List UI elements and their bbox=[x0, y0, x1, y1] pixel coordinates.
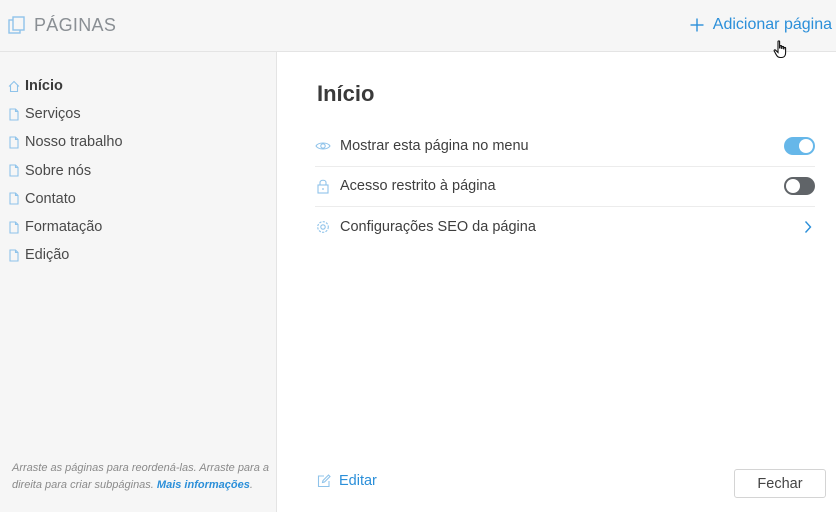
setting-restricted-access: Acesso restrito à página bbox=[315, 167, 815, 207]
sidebar-item-formatacao[interactable]: Formatação bbox=[0, 213, 276, 241]
close-button[interactable]: Fechar bbox=[734, 469, 826, 498]
page-list: Início Serviços Nosso trabalho Sobre nós… bbox=[0, 52, 276, 269]
page-icon bbox=[9, 164, 19, 177]
pages-sidebar: Início Serviços Nosso trabalho Sobre nós… bbox=[0, 52, 277, 512]
plus-icon bbox=[690, 18, 704, 32]
sidebar-item-label: Serviços bbox=[25, 106, 81, 123]
chevron-right-icon bbox=[804, 221, 812, 234]
page-icon bbox=[9, 249, 19, 262]
setting-label: Acesso restrito à página bbox=[340, 178, 496, 195]
edit-label: Editar bbox=[339, 473, 377, 489]
page-settings-panel: Início Mostrar esta página no menu Acess… bbox=[278, 52, 836, 512]
eye-icon bbox=[315, 142, 331, 150]
panel-title: PÁGINAS bbox=[34, 15, 117, 35]
edit-icon bbox=[317, 474, 331, 488]
sidebar-item-label: Sobre nós bbox=[25, 162, 92, 179]
page-title: Início bbox=[317, 81, 375, 106]
sidebar-item-label: Nosso trabalho bbox=[25, 134, 123, 151]
sidebar-item-label: Formatação bbox=[25, 219, 103, 236]
edit-page-link[interactable]: Editar bbox=[317, 473, 377, 489]
reorder-hint: Arraste as páginas para reordená-las. Ar… bbox=[12, 462, 270, 491]
page-icon bbox=[9, 108, 19, 121]
sidebar-item-servicos[interactable]: Serviços bbox=[0, 100, 276, 128]
toggle-knob bbox=[799, 138, 813, 153]
page-icon bbox=[9, 192, 19, 205]
page-icon bbox=[9, 136, 19, 149]
restricted-access-toggle[interactable] bbox=[784, 177, 815, 196]
more-info-link[interactable]: Mais informações bbox=[157, 479, 250, 491]
sidebar-item-label: Contato bbox=[25, 190, 76, 207]
sidebar-item-nosso-trabalho[interactable]: Nosso trabalho bbox=[0, 128, 276, 156]
sidebar-item-contato[interactable]: Contato bbox=[0, 185, 276, 213]
sidebar-item-edicao[interactable]: Edição bbox=[0, 241, 276, 269]
header-bar: PÁGINAS Adicionar página bbox=[0, 0, 836, 52]
add-page-button[interactable]: Adicionar página bbox=[690, 16, 832, 34]
gear-icon bbox=[317, 221, 329, 234]
sidebar-item-label: Início bbox=[25, 78, 63, 95]
toggle-knob bbox=[786, 179, 800, 194]
sidebar-item-label: Edição bbox=[25, 247, 70, 264]
home-icon bbox=[8, 80, 20, 92]
page-icon bbox=[9, 220, 19, 234]
setting-show-in-menu: Mostrar esta página no menu bbox=[315, 126, 815, 167]
pages-icon bbox=[8, 16, 25, 34]
setting-label: Mostrar esta página no menu bbox=[340, 137, 529, 154]
settings-list: Mostrar esta página no menu Acesso restr… bbox=[315, 126, 815, 248]
add-page-label: Adicionar página bbox=[712, 16, 832, 33]
lock-icon bbox=[317, 179, 329, 194]
setting-seo-config[interactable]: Configurações SEO da página bbox=[315, 207, 815, 248]
show-in-menu-toggle[interactable] bbox=[784, 136, 815, 155]
sidebar-item-inicio[interactable]: Início bbox=[0, 72, 276, 100]
sidebar-item-sobre-nos[interactable]: Sobre nós bbox=[0, 157, 276, 185]
setting-label: Configurações SEO da página bbox=[340, 219, 536, 236]
